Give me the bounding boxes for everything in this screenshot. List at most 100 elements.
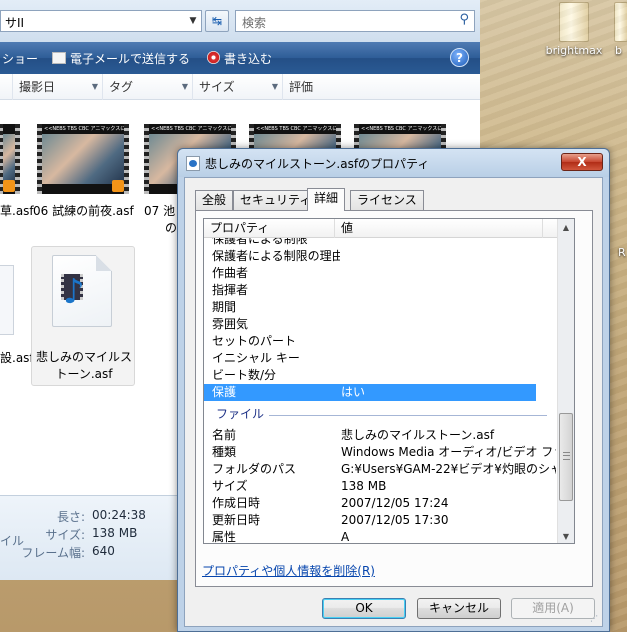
thumbnail-image xyxy=(3,134,15,184)
property-row[interactable]: 保護者による制限の理由 xyxy=(204,248,559,265)
column-header-property[interactable]: プロパティ xyxy=(204,219,335,238)
desktop-icon-label: b xyxy=(615,44,622,57)
tab-label: 全般 xyxy=(202,193,227,207)
property-name: 更新日時 xyxy=(212,513,261,527)
column-header-partial[interactable] xyxy=(0,74,12,100)
video-thumbnail[interactable]: <<NEBS TBS CBC アニマックスにて放送 xyxy=(37,124,140,194)
property-row[interactable]: 作曲者 xyxy=(204,265,559,282)
property-row[interactable]: 属性 A xyxy=(204,529,559,544)
close-button[interactable]: X xyxy=(561,153,603,171)
property-list[interactable]: プロパティ 値 保護者による制限 保護者による制限の理由 作曲者 指揮者 期間 … xyxy=(203,218,575,544)
property-value: G:¥Users¥GAM-22¥ビデオ¥灼眼のシャ... xyxy=(341,462,556,476)
property-name: イニシャル キー xyxy=(212,351,300,365)
dialog-titlebar[interactable]: 悲しみのマイルストーン.asfのプロパティ X xyxy=(178,149,609,177)
column-header-size[interactable]: サイズ ▼ xyxy=(192,74,282,100)
property-name: サイズ xyxy=(212,479,248,493)
property-row[interactable]: 作成日時 2007/12/05 17:24 xyxy=(204,495,559,512)
property-name: 保護 xyxy=(212,385,237,399)
media-file-icon xyxy=(186,156,200,171)
apply-button[interactable]: 適用(A) xyxy=(511,598,595,619)
column-header-tags[interactable]: タグ ▼ xyxy=(102,74,192,100)
column-header-date[interactable]: 撮影日 ▼ xyxy=(12,74,102,100)
ok-button[interactable]: OK xyxy=(322,598,406,619)
refresh-button[interactable]: ↹ xyxy=(205,10,229,32)
property-value: A xyxy=(341,530,350,544)
desktop-edge-label: R xyxy=(618,246,626,259)
desktop-icon-brightmax[interactable]: brightmax xyxy=(539,0,609,57)
detail-value: 138 MB xyxy=(92,526,138,540)
property-row[interactable]: 保護者による制限 xyxy=(204,238,559,248)
resize-grip-icon[interactable]: ⋰ xyxy=(590,614,598,623)
file-name[interactable]: 07 池 xyxy=(144,202,175,219)
column-header: 撮影日 ▼ タグ ▼ サイズ ▼ 評価 xyxy=(0,74,480,100)
column-header-value[interactable]: 値 xyxy=(335,219,543,238)
property-row[interactable]: 期間 xyxy=(204,299,559,316)
detail-label: サイズ: xyxy=(45,528,85,542)
slideshow-button[interactable]: ショー xyxy=(2,50,38,67)
chevron-down-icon[interactable]: ▼ xyxy=(186,12,200,30)
property-name: ビート数/分 xyxy=(212,368,277,382)
scroll-down-arrow-icon[interactable]: ▼ xyxy=(558,528,574,543)
tab-details[interactable]: 詳細 xyxy=(307,188,346,211)
column-header-rating[interactable]: 評価 xyxy=(282,74,480,100)
property-row[interactable]: 名前 悲しみのマイルストーン.asf xyxy=(204,427,559,444)
email-label: 電子メールで送信する xyxy=(70,52,191,66)
thumbnail-caption: <<NEBS TBS CBC アニマックスにて放送 xyxy=(151,126,248,132)
tab-label: セキュリティ xyxy=(240,193,312,207)
property-group-header: ファイル xyxy=(204,406,559,423)
scrollbar-thumb[interactable] xyxy=(559,413,573,501)
thumbnail-image xyxy=(42,134,124,184)
property-row-selected[interactable]: 保護 はい xyxy=(204,384,536,401)
remove-properties-link[interactable]: プロパティや個人情報を削除(R) xyxy=(202,562,375,579)
file-name: 悲しみのマイルストーン.asf xyxy=(36,350,133,381)
search-input[interactable]: 検索 ⚲ xyxy=(235,10,475,32)
column-label: 値 xyxy=(341,221,354,235)
burn-button[interactable]: 書き込む xyxy=(207,50,272,67)
file-name[interactable]: 設.asf xyxy=(0,349,34,366)
property-row[interactable]: 指揮者 xyxy=(204,282,559,299)
file-name[interactable]: 草.asf xyxy=(0,202,34,219)
tab-security[interactable]: セキュリティ xyxy=(233,190,319,210)
grip-icon xyxy=(563,452,570,460)
property-name: セットのパート xyxy=(212,334,297,348)
search-icon[interactable]: ⚲ xyxy=(459,12,469,27)
property-row[interactable]: ビート数/分 xyxy=(204,367,559,384)
property-row[interactable]: サイズ 138 MB xyxy=(204,478,559,495)
vertical-scrollbar[interactable]: ▲ ▼ xyxy=(557,219,574,543)
property-row[interactable]: 種類 Windows Media オーディオ/ビデオ ファ... xyxy=(204,444,559,461)
property-value: 2007/12/05 17:30 xyxy=(341,513,449,527)
disc-icon xyxy=(207,51,220,64)
refresh-icon: ↹ xyxy=(211,14,223,28)
cancel-button[interactable]: キャンセル xyxy=(417,598,501,619)
folder-icon xyxy=(559,2,589,42)
file-icon-partial[interactable] xyxy=(0,265,14,335)
video-thumbnail[interactable] xyxy=(0,124,20,194)
burn-label: 書き込む xyxy=(224,52,273,66)
selected-file-item[interactable]: ♪ 悲しみのマイルストーン.asf xyxy=(31,246,135,386)
help-icon[interactable]: ? xyxy=(450,48,469,67)
address-field[interactable]: サII xyxy=(0,10,202,32)
chevron-down-icon: ▼ xyxy=(91,82,98,91)
property-value: はい xyxy=(341,385,366,399)
folder-icon xyxy=(614,2,627,42)
property-value: 2007/12/05 17:24 xyxy=(341,496,449,510)
group-divider xyxy=(269,415,547,416)
property-row[interactable]: 雰囲気 xyxy=(204,316,559,333)
detail-value: 640 xyxy=(92,544,115,558)
email-button[interactable]: 電子メールで送信する xyxy=(52,50,190,67)
property-name: 種類 xyxy=(212,445,237,459)
tab-general[interactable]: 全般 xyxy=(195,190,234,210)
property-row[interactable]: フォルダのパス G:¥Users¥GAM-22¥ビデオ¥灼眼のシャ... xyxy=(204,461,559,478)
property-list-header: プロパティ 値 xyxy=(204,219,559,238)
tab-license[interactable]: ライセンス xyxy=(350,190,424,210)
desktop-icon-label: brightmax xyxy=(545,44,603,57)
property-row[interactable]: イニシャル キー xyxy=(204,350,559,367)
property-value: 悲しみのマイルストーン.asf xyxy=(341,428,495,442)
property-row[interactable]: 更新日時 2007/12/05 17:30 xyxy=(204,512,559,529)
file-name[interactable]: 06 試練の前夜.asf xyxy=(33,202,134,219)
property-name: 雰囲気 xyxy=(212,317,249,331)
desktop-icon-partial[interactable]: b xyxy=(610,0,627,57)
property-row[interactable]: セットのパート xyxy=(204,333,559,350)
scroll-up-arrow-icon[interactable]: ▲ xyxy=(558,219,574,236)
thumbnail-caption: <<NEBS TBS CBC アニマックスにて放送 xyxy=(44,126,141,132)
